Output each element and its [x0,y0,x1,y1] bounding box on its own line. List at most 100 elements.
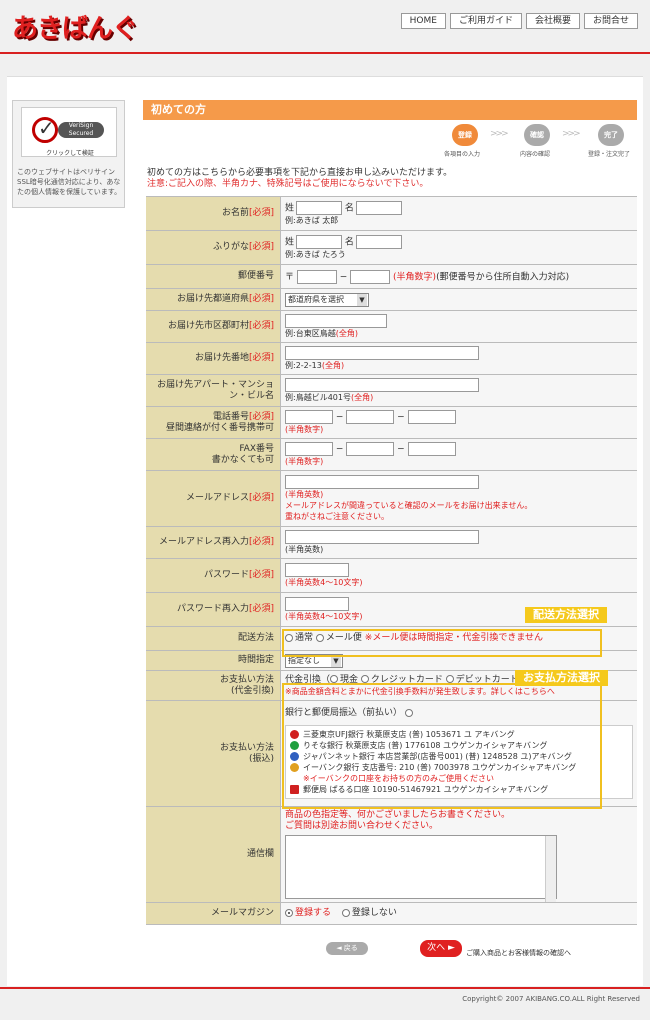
row-email-confirm: メールアドレス再入力[必須] (半角英数) [146,527,637,559]
nav-company-link[interactable]: 会社概要 [525,13,580,29]
building-input[interactable] [285,378,479,392]
verisign-caption: クリックして検証 [46,150,94,157]
required-mark: [必須] [248,208,274,218]
step-register: 登録 [452,124,478,146]
email-warning-2: 重ねがさねご注意ください。 [285,512,389,521]
label-city: お届け先市区郡町村 [167,321,249,331]
label-delivery: 配送方法 [146,627,280,650]
zip-mark: 〒 [285,272,295,282]
required-mark: [必須] [248,537,274,547]
row-magazine: メールマガジン 登録する 登録しない [146,903,637,925]
fax-second-input[interactable] [346,442,395,456]
label-password: パスワード [203,570,249,580]
required-mark: [必須] [248,570,274,580]
building-example: 例:鳥越ビル401号 [285,393,351,402]
mei-label: 名 [344,237,354,248]
label-email-confirm: メールアドレス再入力 [158,537,249,547]
required-mark: [必須] [248,411,274,422]
required-mark: [必須] [248,294,274,304]
nav-guide-link[interactable]: ご利用ガイド [449,13,522,29]
row-building: お届け先アパート・マンション・ビル名 例:鳥越ビル401号(全角) [146,375,637,407]
step-arrow-icon: >>> [490,129,509,139]
transfer-sub-label: (振込) [248,753,274,764]
first-name-kana-input[interactable] [355,235,402,249]
required-mark: [必須] [248,604,274,614]
label-phone: 電話番号 [212,411,249,422]
row-zip: 郵便番号 〒 − (半角数字)(郵便番号から住所自動入力対応) [146,265,637,289]
site-logo[interactable]: あきばんぐ [12,8,138,45]
cod-debit-radio[interactable] [445,675,454,683]
email-warning: メールアドレスが間違っていると確認のメールをお届け出来ません。 [285,501,533,510]
building-note: (全角) [350,393,374,402]
delivery-callout: 配送方法選択 [525,607,607,623]
nav-contact-link[interactable]: お問合せ [583,13,638,29]
first-name-input[interactable] [355,201,402,215]
next-button[interactable]: 次へ ► [420,940,462,957]
sei-label: 姓 [285,237,295,248]
fax-third-input[interactable] [407,442,456,456]
password-input[interactable] [285,563,349,577]
email-input[interactable] [285,475,479,489]
zip-note: (半角数字) [393,272,437,282]
magazine-yes-radio[interactable] [285,908,293,917]
intro-line: 初めての方はこちらから必要事項を下記から直接お申し込みいただけます。 [147,168,453,178]
magazine-no-radio[interactable] [341,908,350,917]
header: あきばんぐ HOME ご利用ガイド 会社概要 お問合せ [0,0,650,52]
phone-third-input[interactable] [407,410,456,424]
fax-first-input[interactable] [285,442,333,456]
step-confirm: 確認 [524,124,550,146]
mei-label: 名 [344,203,354,214]
row-city: お届け先市区郡町村[必須] 例:台東区鳥越(全角) [146,311,637,343]
label-building: お届け先アパート・マンション・ビル名 [146,375,280,406]
row-street: お届け先番地[必須] 例:2-2-13(全角) [146,343,637,375]
city-input[interactable] [285,314,387,328]
payment-sub-label: (代金引換) [230,685,274,696]
magazine-no-label: 登録しない [351,908,397,918]
last-name-kana-input[interactable] [296,235,343,249]
row-phone: 電話番号[必須] 昼間連絡が付く番号携帯可 − − (半角数字) [146,407,637,439]
label-magazine: メールマガジン [146,903,280,924]
prefecture-select[interactable]: 都道府県を選択 [285,292,369,307]
step-complete-caption: 登録・注文完了 [588,151,631,158]
nav-home-link[interactable]: HOME [400,13,446,29]
message-textarea[interactable] [285,835,557,902]
fax-sub-label: 書かなくても可 [211,454,274,465]
cod-credit-radio[interactable] [360,675,369,683]
row-kana: ふりがな[必須] 姓 名 例:あきば たろう [146,231,637,265]
label-zip: 郵便番号 [146,265,280,288]
step-register-caption: 各項目の入力 [444,151,481,158]
street-input[interactable] [285,346,479,360]
label-password-confirm: パスワード再入力 [176,604,249,614]
top-nav: HOME ご利用ガイド 会社概要 お問合せ [400,13,638,29]
zip-first-input[interactable] [296,269,337,284]
row-prefecture: お届け先都道府県[必須] 都道府県を選択 [146,289,637,311]
kana-example: 例:あきば たろう [285,250,346,259]
payment-callout: お支払方法選択 [515,670,608,686]
form-buttons: ◄ 戻る 次へ ► ご購入商品とお客様情報の確認へ [0,938,650,966]
required-mark: [必須] [248,353,274,363]
label-time: 時間指定 [146,651,280,670]
ssl-note: このウェブサイトはベリサインSSL暗号化通信対応により、あなたの個人情報を保護し… [17,168,122,196]
delivery-highlight [282,629,602,657]
last-name-input[interactable] [296,201,343,215]
back-button[interactable]: ◄ 戻る [326,942,368,955]
verisign-badge[interactable]: VeriSign Secured クリックして検証 [21,107,117,157]
label-message: 通信欄 [146,807,280,902]
phone-first-input[interactable] [285,410,333,424]
cod-cash-radio[interactable] [330,675,339,683]
password-confirm-input[interactable] [285,597,349,611]
phone-note: (半角数字) [285,425,324,434]
phone-sub-label: 昼間連絡が付く番号携帯可 [165,422,274,433]
phone-second-input[interactable] [346,410,395,424]
step-indicator: 登録 各項目の入力 >>> 確認 内容の確認 >>> 完了 登録・注文完了 [430,124,640,158]
password-note: (半角英数4〜10文字) [285,578,363,587]
registration-form: お名前[必須] 姓 名 例:あきば 太郎 ふりがな[必須] 姓 名 例:あきば … [146,196,637,925]
textarea-scrollbar[interactable] [545,836,556,902]
required-mark: [必須] [248,321,274,331]
email-confirm-input[interactable] [285,530,479,544]
zip-second-input[interactable] [350,269,391,284]
label-fax: FAX番号 [239,443,274,454]
row-email: メールアドレス[必須] (半角英数) メールアドレスが間違っていると確認のメール… [146,471,637,527]
label-street: お届け先番地 [194,353,249,363]
page-title: 初めての方 [143,100,637,120]
